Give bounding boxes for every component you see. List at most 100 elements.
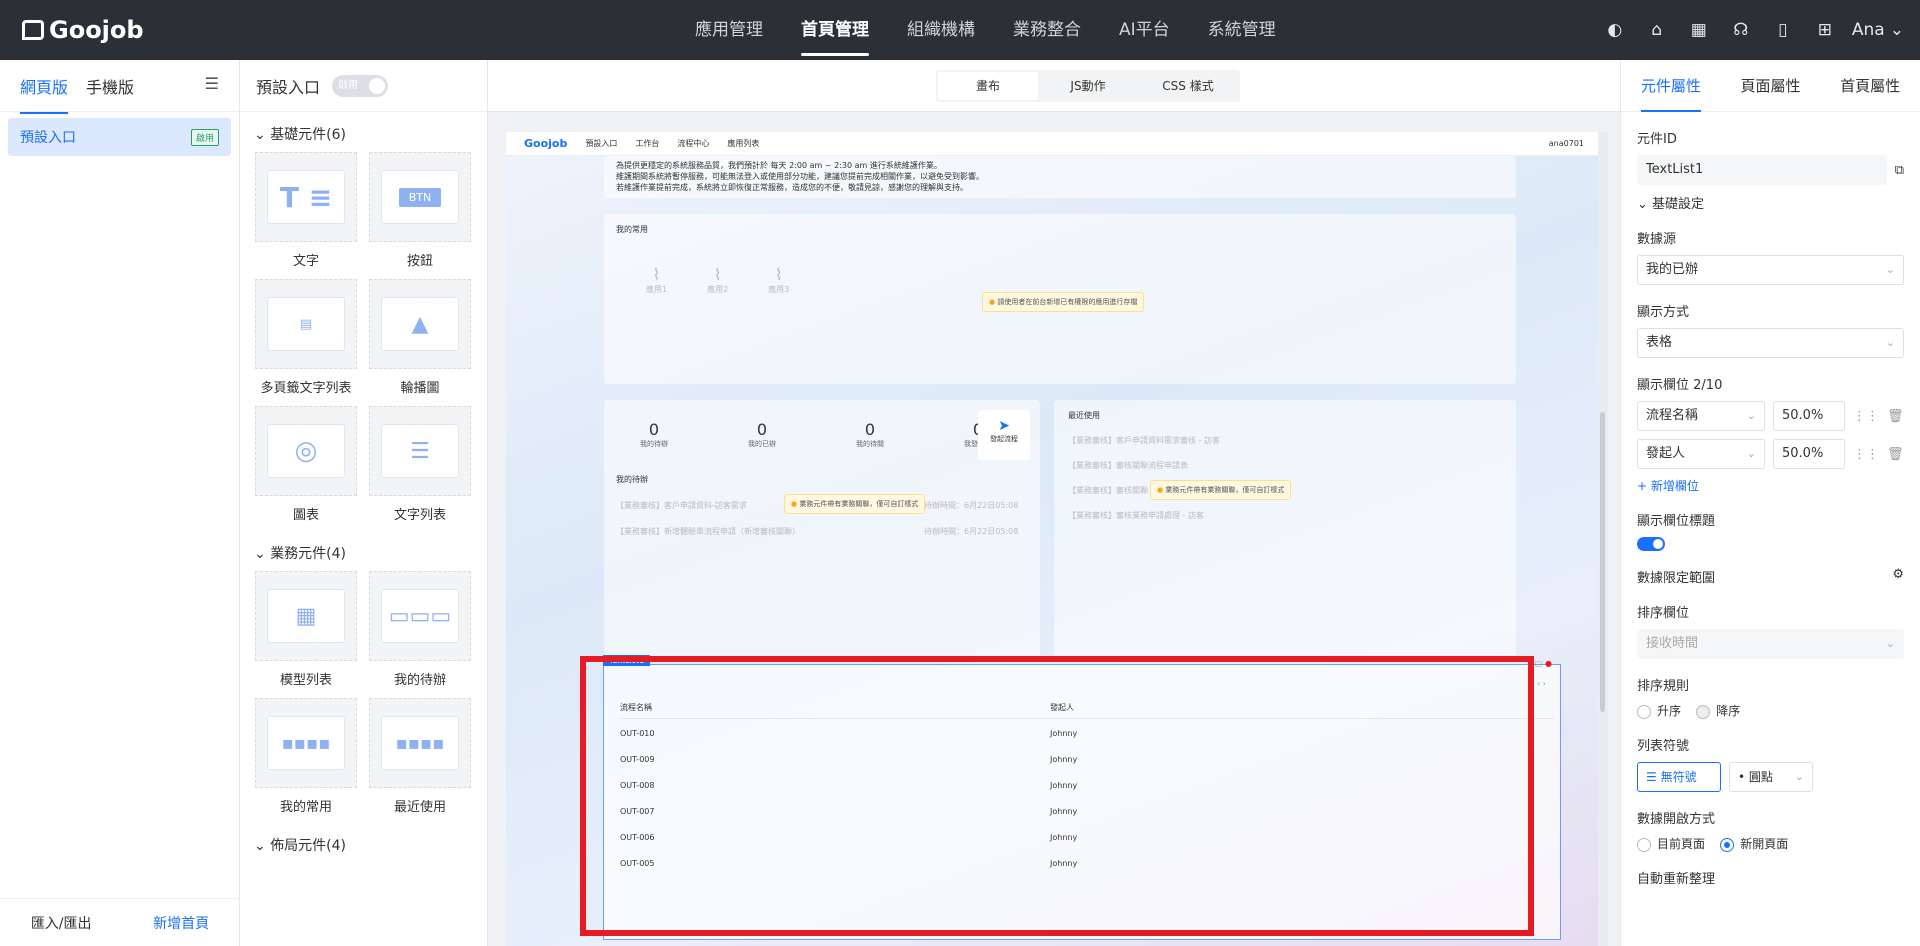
nav-ai-platform[interactable]: AI平台 bbox=[1100, 0, 1189, 60]
home-icon[interactable]: ⌂ bbox=[1636, 20, 1678, 40]
component-multi-tab-text-list[interactable]: ▤ 多頁籤文字列表 bbox=[255, 279, 357, 396]
preview-menu-item[interactable]: 預設入口 bbox=[585, 138, 617, 149]
component-text-list[interactable]: ☰ 文字列表 bbox=[369, 406, 471, 523]
delete-icon[interactable]: ● bbox=[1545, 659, 1552, 668]
radio-asc[interactable] bbox=[1637, 704, 1651, 719]
scroll-thumb[interactable] bbox=[1600, 412, 1605, 712]
book-icon[interactable]: ▯ bbox=[1762, 20, 1804, 40]
recent-row[interactable]: 【業務審核】審核業務申請處理 - 訪客 bbox=[1068, 510, 1502, 521]
chevron-down-icon: ⌄ bbox=[1885, 336, 1895, 349]
notice-line: 維護期間系統將暫停服務，可能無法登入或使用部分功能，建議您提前完成相關作業，以避… bbox=[616, 172, 984, 181]
table-row[interactable]: OUT-010 Johnny bbox=[620, 723, 1554, 743]
home-entry-item[interactable]: 預設入口 啟用 bbox=[8, 118, 231, 156]
copy-icon[interactable]: ▢ bbox=[1535, 659, 1543, 668]
trash-icon[interactable]: 🗑 bbox=[1887, 447, 1904, 462]
nav-home-management[interactable]: 首頁管理 bbox=[782, 0, 888, 60]
add-home-button[interactable]: 新增首頁 bbox=[153, 913, 209, 933]
radio-desc[interactable] bbox=[1696, 704, 1711, 719]
component-text[interactable]: T ≡ 文字 bbox=[255, 152, 357, 269]
nav-organization[interactable]: 組織機構 bbox=[888, 0, 994, 60]
business-components-title[interactable]: ⌄ 業務元件(4) bbox=[240, 531, 487, 571]
table-row[interactable]: OUT-006 Johnny bbox=[620, 827, 1554, 847]
app-shortcut[interactable]: ⌇ 應用3 bbox=[768, 265, 789, 295]
table-row[interactable]: OUT-008 Johnny bbox=[620, 775, 1554, 795]
tab-component-props[interactable]: 元件屬性 bbox=[1640, 75, 1701, 112]
nav-system-management[interactable]: 系統管理 bbox=[1189, 0, 1295, 60]
launch-process-button[interactable]: ➤ 發起流程 bbox=[978, 410, 1030, 460]
todo-date: 待辦時間：6月22日05:08 bbox=[924, 527, 1019, 536]
page-preview: Goojob 預設入口 工作台 流程中心 應用列表 ana0701 為提供更穩定… bbox=[506, 132, 1598, 946]
recent-row[interactable]: 【業務審核】審核關聯流程申請表 bbox=[1068, 460, 1502, 471]
preview-menu-item[interactable]: 工作台 bbox=[635, 138, 659, 149]
palette-icon[interactable]: ◐ bbox=[1594, 20, 1636, 40]
table-row[interactable]: OUT-009 Johnny bbox=[620, 749, 1554, 769]
data-source-select[interactable]: 我的已辦 ⌄ bbox=[1637, 255, 1904, 285]
radio-current-page[interactable] bbox=[1637, 837, 1651, 852]
textlist-widget[interactable]: TextList1 ▢ ● ‹ › 流程名稱 發起人 OUT-010 Johnny… bbox=[603, 655, 1561, 940]
widget-actions[interactable]: ▢ ● bbox=[1535, 659, 1552, 668]
component-my-todo[interactable]: ▭▭▭ 我的待辦 bbox=[369, 571, 471, 688]
basic-settings-section[interactable]: ⌄ 基礎設定 bbox=[1637, 193, 1904, 212]
show-column-title-label: 顯示欄位標題 bbox=[1637, 514, 1716, 529]
field-select[interactable]: 發起人 ⌄ bbox=[1637, 439, 1765, 469]
layout-components-title[interactable]: ⌄ 佈局元件(4) bbox=[240, 823, 487, 863]
field-width-input[interactable]: 50.0% bbox=[1773, 439, 1845, 469]
marker-none-option[interactable]: ☰ 無符號 bbox=[1637, 762, 1721, 792]
settings-gear-icon[interactable]: ⚙ bbox=[1892, 567, 1904, 586]
recent-row[interactable]: 【業務審核】客戶申請資料需求審核 - 訪客 bbox=[1068, 435, 1502, 446]
preview-menu-item[interactable]: 應用列表 bbox=[727, 138, 759, 149]
nav-app-management[interactable]: 應用管理 bbox=[676, 0, 782, 60]
import-export-button[interactable]: 匯入/匯出 bbox=[31, 913, 92, 933]
table-row[interactable]: OUT-007 Johnny bbox=[620, 801, 1554, 821]
tab-js-actions[interactable]: JS動作 bbox=[1038, 72, 1138, 100]
basic-components-title[interactable]: ⌄ 基礎元件(6) bbox=[240, 112, 487, 152]
radio-new-page[interactable] bbox=[1720, 837, 1735, 852]
tab-web[interactable]: 網頁版 bbox=[20, 74, 69, 114]
tab-home-props[interactable]: 首頁屬性 bbox=[1840, 75, 1900, 96]
app-logo[interactable]: Goojob bbox=[22, 16, 144, 44]
user-menu[interactable]: Ana ⌄ bbox=[1852, 20, 1904, 40]
add-field-button[interactable]: + 新增欄位 bbox=[1637, 477, 1904, 494]
component-button[interactable]: BTN 按鈕 bbox=[369, 152, 471, 269]
nav-business-integration[interactable]: 業務整合 bbox=[994, 0, 1100, 60]
canvas-scrollbar[interactable] bbox=[1598, 132, 1608, 946]
recent-used-block[interactable]: 最近使用 【業務審核】客戶申請資料需求審核 - 訪客 【業務審核】審核關聯流程申… bbox=[1054, 400, 1516, 662]
my-todo-block[interactable]: 0我的待辦 0我的已辦 0我的待閱 0我發起的 ➤發起流程 我的待辦 【業務審核… bbox=[604, 400, 1040, 662]
preview-menu-item[interactable]: 流程中心 bbox=[677, 138, 709, 149]
tab-page-props[interactable]: 頁面屬性 bbox=[1740, 75, 1800, 96]
field-width-input[interactable]: 50.0% bbox=[1773, 401, 1845, 431]
app-shortcut[interactable]: ⌇ 應用2 bbox=[707, 265, 728, 295]
copy-icon[interactable]: ⧉ bbox=[1895, 163, 1904, 178]
field-select[interactable]: 流程名稱 ⌄ bbox=[1637, 401, 1765, 431]
add-doc-icon[interactable]: ⊞ bbox=[1804, 20, 1846, 40]
my-favorites-block[interactable]: 我的常用 ⌇應用1 ⌇應用2 ⌇應用3 請使用者在前台新增已有權限的應用進行存檔 bbox=[604, 214, 1516, 384]
component-my-favorites[interactable]: ▪▪▪▪ 我的常用 bbox=[255, 698, 357, 815]
sort-field-select[interactable]: 接收時間 ⌄ bbox=[1637, 629, 1904, 659]
support-icon[interactable]: ☊ bbox=[1720, 20, 1762, 40]
component-carousel[interactable]: ▲ 輪播圖 bbox=[369, 279, 471, 396]
todo-row[interactable]: 【業務審核】新增體驗單流程申請（新增審核關聯） bbox=[616, 526, 800, 537]
notice-block[interactable]: 為提供更穩定的系統服務品質，我們預計於 每天 2:00 am ~ 2:30 am… bbox=[604, 156, 1516, 198]
tab-canvas[interactable]: 畫布 bbox=[938, 72, 1038, 100]
display-mode-select[interactable]: 表格 ⌄ bbox=[1637, 328, 1904, 358]
tab-mobile[interactable]: 手機版 bbox=[86, 74, 134, 98]
block-title: 我的常用 bbox=[616, 225, 648, 234]
tab-css-styles[interactable]: CSS 樣式 bbox=[1138, 72, 1238, 100]
notice-line: 為提供更穩定的系統服務品質，我們預計於 每天 2:00 am ~ 2:30 am… bbox=[616, 161, 942, 170]
apps-grid-icon[interactable]: ▦ bbox=[1678, 20, 1720, 40]
drag-handle-icon[interactable]: ⋮⋮ bbox=[1853, 409, 1879, 424]
collapse-menu-icon[interactable]: ☰ bbox=[205, 74, 219, 93]
component-id-field[interactable]: TextList1 bbox=[1637, 155, 1887, 185]
todo-row[interactable]: 【業務審核】客戶申請資料-訪客需求 bbox=[616, 500, 747, 511]
component-chart[interactable]: ◎ 圖表 bbox=[255, 406, 357, 523]
enable-toggle[interactable]: 啟用 bbox=[332, 74, 389, 97]
component-model-list[interactable]: ▦ 模型列表 bbox=[255, 571, 357, 688]
trash-icon[interactable]: 🗑 bbox=[1887, 409, 1904, 424]
app-shortcut[interactable]: ⌇ 應用1 bbox=[646, 265, 667, 295]
component-recent-used[interactable]: ▪▪▪▪ 最近使用 bbox=[369, 698, 471, 815]
table-row[interactable]: OUT-005 Johnny bbox=[620, 853, 1554, 873]
drag-handle-icon[interactable]: ⋮⋮ bbox=[1853, 447, 1879, 462]
pager-arrows[interactable]: ‹ › bbox=[1537, 679, 1546, 688]
show-column-title-toggle[interactable] bbox=[1637, 537, 1665, 551]
marker-dot-select[interactable]: • 圓點 ⌄ bbox=[1729, 762, 1813, 792]
